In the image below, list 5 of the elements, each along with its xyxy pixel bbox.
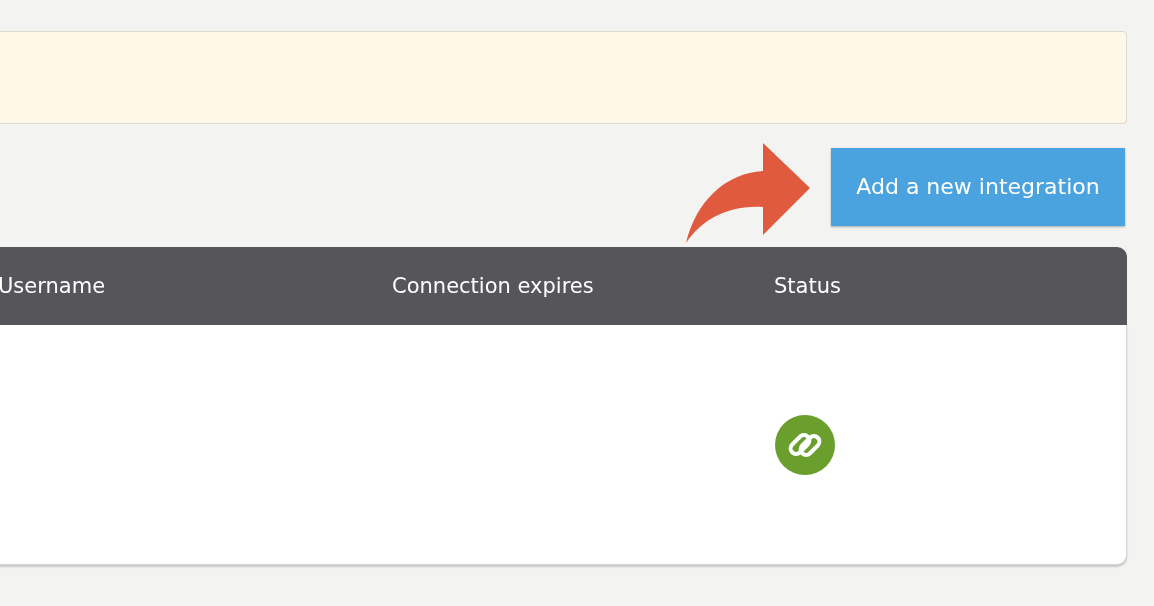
column-header: Username <box>0 274 106 298</box>
column-header: Status <box>774 274 841 298</box>
column-header: Connection expires <box>392 274 594 298</box>
add-integration-button[interactable]: Add a new integration <box>831 147 1125 226</box>
curved-arrow-icon <box>686 141 811 244</box>
